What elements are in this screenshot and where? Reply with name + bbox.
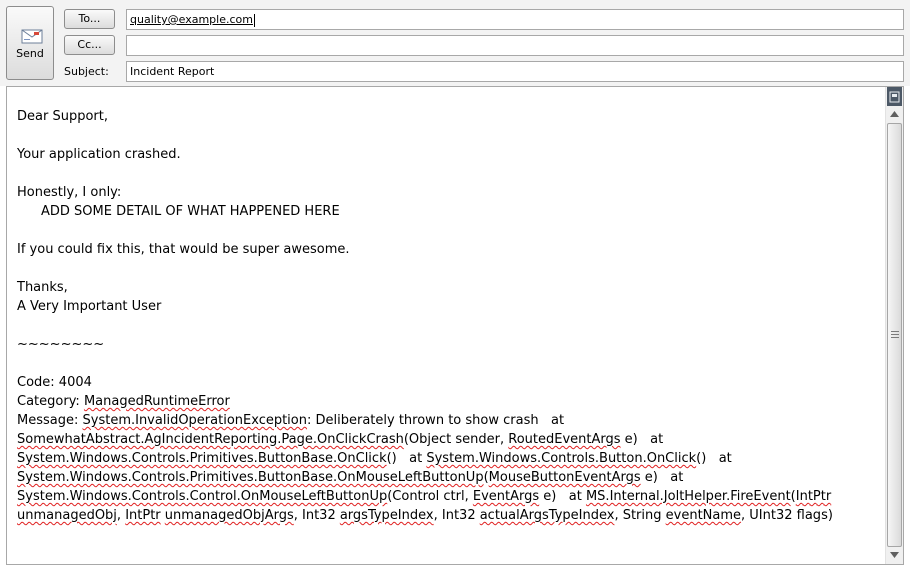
- message-text-segment: , UInt32 flags): [741, 508, 833, 523]
- scroll-thumb[interactable]: [887, 123, 902, 547]
- error-message-line: System.Windows.Controls.Primitives.Butto…: [17, 468, 877, 487]
- misspelled-token: System.Windows.Controls.Control.OnMouseL…: [17, 489, 388, 504]
- misspelled-token: System.InvalidOperationException: [82, 413, 308, 428]
- triangle-down-icon[interactable]: [886, 548, 903, 562]
- text-caret: [253, 13, 255, 27]
- message-text-segment: e) at: [640, 470, 684, 485]
- to-field[interactable]: quality@example.com: [126, 9, 904, 30]
- misspelled-token: System.Windows.Controls.Primitives.Butto…: [17, 451, 387, 466]
- misspelled-token: unmanagedObjArgs: [164, 508, 294, 523]
- fix-line: If you could fix this, that would be sup…: [17, 242, 350, 257]
- message-text-segment: ,: [116, 508, 126, 523]
- misspelled-token: actualArgsTypeIndex: [479, 508, 615, 523]
- misspelled-token: EventArgs: [472, 489, 540, 504]
- misspelled-token: MS.Internal.JoltHelper.FireEvent: [585, 489, 791, 504]
- misspelled-token: System.Windows.Controls.Button.OnClick: [426, 451, 697, 466]
- message-body[interactable]: Dear Support, Your application crashed. …: [6, 86, 904, 565]
- grip-icon: [891, 331, 899, 338]
- subject-value: Incident Report: [130, 65, 215, 78]
- detail-placeholder: ADD SOME DETAIL OF WHAT HAPPENED HERE: [41, 204, 340, 219]
- error-message: Message: System.InvalidOperationExceptio…: [17, 411, 877, 525]
- subject-label: Subject:: [64, 65, 109, 78]
- misspelled-token: eventName: [665, 508, 742, 523]
- message-text-segment: (Object sender,: [403, 432, 509, 447]
- error-message-line: SomewhatAbstract.AgIncidentReporting.Pag…: [17, 430, 877, 449]
- error-code: Code: 4004: [17, 375, 92, 390]
- split-view-icon: [889, 91, 900, 103]
- error-message-line: System.Windows.Controls.Control.OnMouseL…: [17, 487, 877, 506]
- to-button[interactable]: To...: [64, 9, 115, 29]
- message-text-segment: , Int32: [433, 508, 480, 523]
- message-text-segment: , Int32: [293, 508, 340, 523]
- misspelled-token: SomewhatAbstract.AgIncidentReporting.Pag…: [17, 432, 404, 447]
- message-header: Send To... quality@example.com Cc... Sub…: [0, 0, 910, 86]
- message-text-segment: Message:: [17, 413, 83, 428]
- send-label: Send: [16, 47, 44, 60]
- triangle-up-icon[interactable]: [886, 107, 903, 121]
- misspelled-token: MouseButtonEventArgs: [488, 470, 641, 485]
- cc-field[interactable]: [126, 35, 904, 56]
- cc-button[interactable]: Cc...: [64, 35, 115, 55]
- subject-field[interactable]: Incident Report: [126, 61, 904, 82]
- misspelled-token: System.Windows.Controls.Primitives.Butto…: [17, 470, 484, 485]
- message-text-segment: e) at: [539, 489, 586, 504]
- separator: ~~~~~~~~: [17, 337, 105, 352]
- category-label: Category:: [17, 394, 84, 409]
- error-message-line: unmanagedObj, IntPtr unmanagedObjArgs, I…: [17, 506, 877, 525]
- to-value: quality@example.com: [130, 13, 253, 26]
- error-message-line: System.Windows.Controls.Primitives.Butto…: [17, 449, 877, 468]
- misspelled-token: IntPtr: [125, 508, 161, 523]
- message-text[interactable]: Dear Support, Your application crashed. …: [17, 107, 877, 525]
- message-text-segment: , String: [614, 508, 666, 523]
- message-text-segment: : Deliberately thrown to show crash at: [307, 413, 565, 428]
- message-text-segment: e) at: [620, 432, 664, 447]
- misspelled-token: unmanagedObj: [17, 508, 117, 523]
- error-message-line: Message: System.InvalidOperationExceptio…: [17, 411, 877, 430]
- envelope-icon: [21, 29, 43, 44]
- thanks-line: Thanks,: [17, 280, 68, 295]
- misspelled-token: IntPtr: [795, 489, 832, 504]
- error-category: Category: ManagedRuntimeError: [17, 392, 877, 411]
- misspelled-token: RoutedEventArgs: [508, 432, 621, 447]
- honest-line: Honestly, I only:: [17, 185, 122, 200]
- split-view-button[interactable]: [887, 87, 902, 106]
- crash-line: Your application crashed.: [17, 147, 181, 162]
- misspelled-token: argsTypeIndex: [339, 508, 434, 523]
- send-button[interactable]: Send: [6, 6, 54, 80]
- greeting: Dear Support,: [17, 109, 108, 124]
- message-text-segment: () at: [696, 451, 732, 466]
- signature: A Very Important User: [17, 299, 162, 314]
- message-text-segment: () at: [386, 451, 427, 466]
- category-value: ManagedRuntimeError: [83, 394, 230, 409]
- vertical-scrollbar[interactable]: [885, 87, 903, 564]
- message-text-segment: (Control ctrl,: [387, 489, 473, 504]
